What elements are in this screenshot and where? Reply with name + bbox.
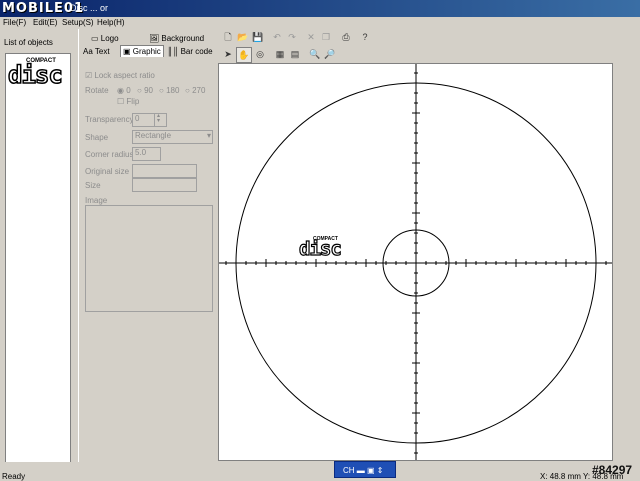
canvas-side-area: [613, 63, 640, 461]
zoom-out-icon[interactable]: 🔎: [323, 47, 337, 61]
background-tab-icon: 🖼: [149, 34, 162, 43]
properties-panel: ▭ Logo 🖼 Background Aa Text ▣ Graphic ║║…: [78, 29, 216, 472]
disc-view-icon[interactable]: ◎: [253, 47, 267, 61]
menu-help[interactable]: Help(H): [97, 18, 125, 27]
lock-aspect-checkbox[interactable]: ☑ Lock aspect ratio: [85, 71, 155, 80]
graphic-tab-icon: ▣: [123, 47, 133, 56]
flip-checkbox[interactable]: ☐ Flip: [117, 97, 139, 106]
list-logo-main: disc: [7, 61, 63, 89]
original-size-field: [132, 164, 197, 178]
transparency-spinner[interactable]: ▴ ▾: [154, 113, 167, 127]
barcode-tab-icon: ║║: [167, 47, 181, 56]
objects-list[interactable]: COMPACT disc: [5, 53, 71, 471]
zoom-in-icon[interactable]: 🔍: [308, 47, 322, 61]
save-icon[interactable]: 💾: [251, 30, 265, 44]
rotate-label: Rotate: [85, 86, 109, 95]
list-item[interactable]: COMPACT disc: [7, 56, 66, 94]
layout-icon[interactable]: ▦: [273, 47, 287, 61]
size-label: Size: [85, 181, 101, 190]
size-field: [132, 178, 197, 192]
watermark-text: #84297: [592, 463, 633, 477]
rotate-180-radio[interactable]: ○ 180: [159, 86, 179, 95]
tab-graphic[interactable]: ▣ Graphic: [120, 45, 164, 57]
text-tab-icon: Aa: [83, 47, 95, 56]
print-icon[interactable]: ⎙: [339, 30, 353, 44]
toolbar: 🗋 📂 💾 ↶ ↷ ✕ ❐ ⎙ ? ➤ ✋ ◎ ▦ ▤ 🔍 🔎: [218, 29, 640, 63]
grid-icon[interactable]: ▤: [288, 47, 302, 61]
pointer-icon[interactable]: ➤: [221, 47, 235, 61]
hand-icon[interactable]: ✋: [236, 47, 252, 63]
corner-radius-input[interactable]: 5.0: [132, 147, 161, 161]
rotate-90-radio[interactable]: ○ 90: [137, 86, 153, 95]
canvas-logo[interactable]: COMPACT disc: [298, 236, 349, 262]
menu-file[interactable]: File(F): [3, 18, 26, 27]
menu-bar: File(F) Edit(E) Setup(S) Help(H): [0, 17, 640, 29]
tab-barcode[interactable]: ║║ Bar code: [167, 46, 213, 57]
logo-tab-icon: ▭: [91, 34, 101, 43]
chevron-down-icon: ▾: [206, 131, 211, 140]
rotate-270-radio[interactable]: ○ 270: [185, 86, 205, 95]
tab-logo[interactable]: ▭ Logo: [91, 33, 119, 44]
disc-canvas[interactable]: COMPACT disc: [218, 63, 613, 461]
rotate-0-radio[interactable]: ◉ 0: [117, 86, 131, 95]
window-title: Disc ... or: [70, 3, 109, 13]
transparency-label: Transparency: [85, 115, 134, 124]
disc-drawing: [219, 64, 612, 460]
undo-icon[interactable]: ↶: [270, 30, 284, 44]
image-label: Image: [85, 196, 108, 205]
original-size-label: Original size: [85, 167, 130, 176]
new-icon[interactable]: 🗋: [221, 30, 235, 44]
tab-text[interactable]: Aa Text: [83, 46, 110, 57]
ime-icon: ▬ ▣ ⇕: [356, 466, 384, 475]
shape-select[interactable]: Rectangle ▾: [132, 130, 213, 144]
shape-label: Shape: [85, 133, 109, 142]
objects-panel-title: List of objects: [4, 38, 53, 47]
canvas-logo-main: disc: [298, 238, 342, 260]
corner-radius-label: Corner radius: [85, 150, 134, 159]
delete-icon[interactable]: ✕: [304, 30, 318, 44]
tab-background[interactable]: 🖼 Background: [149, 33, 204, 44]
image-preview: [85, 205, 213, 312]
redo-icon[interactable]: ↷: [285, 30, 299, 44]
help-icon[interactable]: ?: [358, 30, 372, 44]
menu-edit[interactable]: Edit(E): [33, 18, 57, 27]
copy-icon[interactable]: ❐: [319, 30, 333, 44]
open-icon[interactable]: 📂: [236, 30, 250, 44]
menu-setup[interactable]: Setup(S): [62, 18, 94, 27]
ime-toolbar[interactable]: CH ▬ ▣ ⇕: [334, 461, 396, 478]
